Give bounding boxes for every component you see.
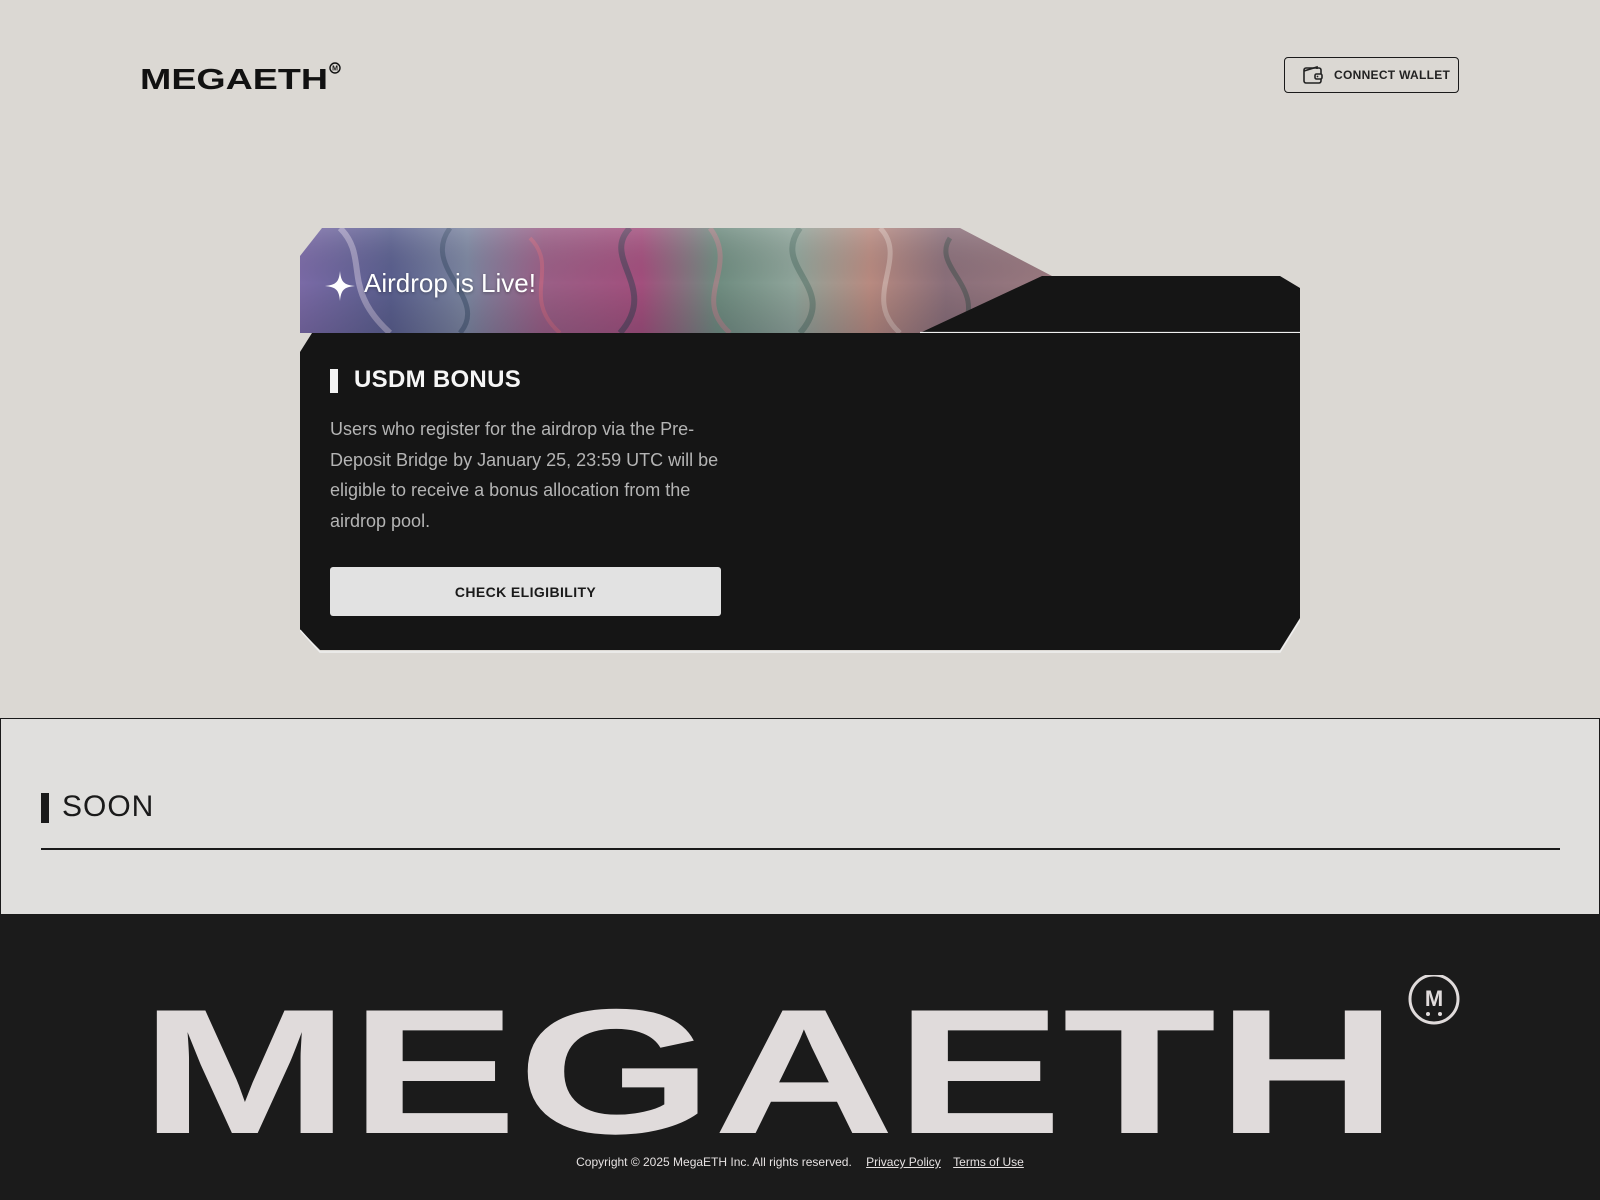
terms-of-use-link[interactable]: Terms of Use: [953, 1155, 1024, 1169]
usdm-bonus-title: USDM BONUS: [354, 366, 522, 393]
connect-wallet-button[interactable]: CONNECT WALLET: [1284, 57, 1459, 93]
svg-text:M: M: [332, 66, 338, 73]
soon-section: SOON: [0, 718, 1600, 915]
megaeth-logo[interactable]: MEGAETH M: [140, 60, 342, 92]
wallet-icon: [1303, 65, 1323, 84]
check-eligibility-button[interactable]: CHECK ELIGIBILITY: [330, 567, 721, 616]
soon-divider: [41, 848, 1560, 850]
connect-wallet-label: CONNECT WALLET: [1334, 68, 1451, 82]
soon-title: SOON: [62, 790, 155, 823]
soon-title-marker: [41, 793, 49, 823]
footer: MEGAETH M Copyright © 2025 MegaETH Inc. …: [0, 915, 1600, 1200]
check-eligibility-label: CHECK ELIGIBILITY: [454, 583, 597, 600]
privacy-policy-link[interactable]: Privacy Policy: [866, 1155, 941, 1169]
airdrop-card: Airdrop is Live! USDM BONUS Users who re…: [300, 228, 1300, 660]
footer-legal: Copyright © 2025 MegaETH Inc. All rights…: [0, 1155, 1600, 1169]
airdrop-live-title: Airdrop is Live!: [364, 268, 536, 298]
logo-wordmark: MEGAETH: [140, 64, 328, 92]
hero-section: MEGAETH M CONNECT WALLET Airdrop is Live…: [0, 0, 1600, 718]
footer-megaeth-logo: MEGAETH M: [140, 975, 1460, 1145]
sparkle-icon: [325, 271, 355, 301]
usdm-bonus-description: Users who register for the airdrop via t…: [330, 419, 719, 531]
svg-text:M: M: [1425, 986, 1443, 1011]
footer-logo-wordmark: MEGAETH: [140, 975, 1398, 1145]
copyright-text: Copyright © 2025 MegaETH Inc. All rights…: [576, 1155, 852, 1169]
bonus-title-marker: [330, 369, 338, 393]
